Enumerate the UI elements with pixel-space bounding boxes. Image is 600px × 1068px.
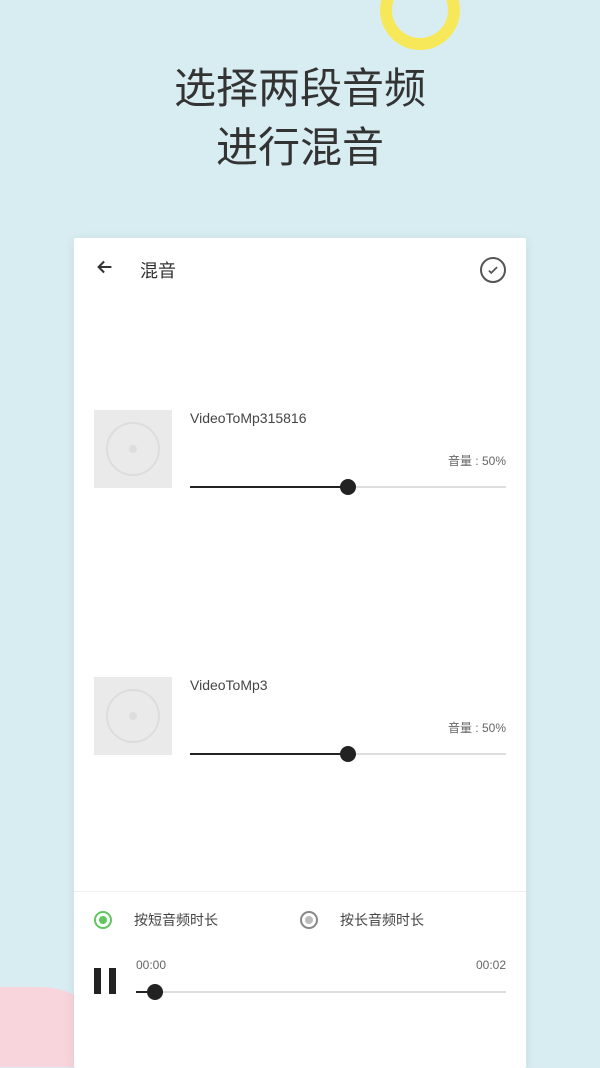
- mode-label: 按长音频时长: [340, 910, 424, 930]
- volume-slider-2[interactable]: [190, 742, 506, 766]
- page-headline: 选择两段音频 进行混音: [0, 0, 600, 178]
- radio-icon: [300, 911, 318, 929]
- card-header: 混音: [74, 238, 526, 302]
- slider-thumb[interactable]: [340, 479, 356, 495]
- total-time: 00:02: [476, 958, 506, 972]
- track-name: VideoToMp3: [190, 677, 506, 693]
- progress-slider[interactable]: [136, 980, 506, 1004]
- disc-icon: [106, 689, 160, 743]
- back-arrow-icon[interactable]: [94, 256, 116, 284]
- mode-option-short[interactable]: 按短音频时长: [94, 910, 300, 930]
- disc-icon: [106, 422, 160, 476]
- slider-thumb[interactable]: [340, 746, 356, 762]
- volume-label: 音量 : 50%: [190, 452, 506, 469]
- mode-label: 按短音频时长: [134, 910, 218, 930]
- track-thumbnail: [94, 410, 172, 488]
- radio-icon: [94, 911, 112, 929]
- card-title: 混音: [140, 257, 176, 283]
- playback-row: 00:00 00:02: [74, 930, 526, 1004]
- audio-track-1: VideoToMp315816 音量 : 50%: [74, 382, 526, 509]
- slider-thumb[interactable]: [147, 984, 163, 1000]
- confirm-button[interactable]: [480, 257, 506, 283]
- audio-track-2: VideoToMp3 音量 : 50%: [74, 649, 526, 776]
- mixer-card: 混音 VideoToMp315816 音量 : 50% VideoToMp: [74, 238, 526, 1068]
- track-name: VideoToMp315816: [190, 410, 506, 426]
- headline-line1: 选择两段音频: [0, 60, 600, 119]
- headline-line2: 进行混音: [0, 119, 600, 178]
- track-thumbnail: [94, 677, 172, 755]
- volume-label: 音量 : 50%: [190, 719, 506, 736]
- pause-button[interactable]: [94, 968, 116, 994]
- mode-option-long[interactable]: 按长音频时长: [300, 910, 506, 930]
- current-time: 00:00: [136, 958, 166, 972]
- duration-mode-row: 按短音频时长 按长音频时长: [74, 891, 526, 930]
- volume-slider-1[interactable]: [190, 475, 506, 499]
